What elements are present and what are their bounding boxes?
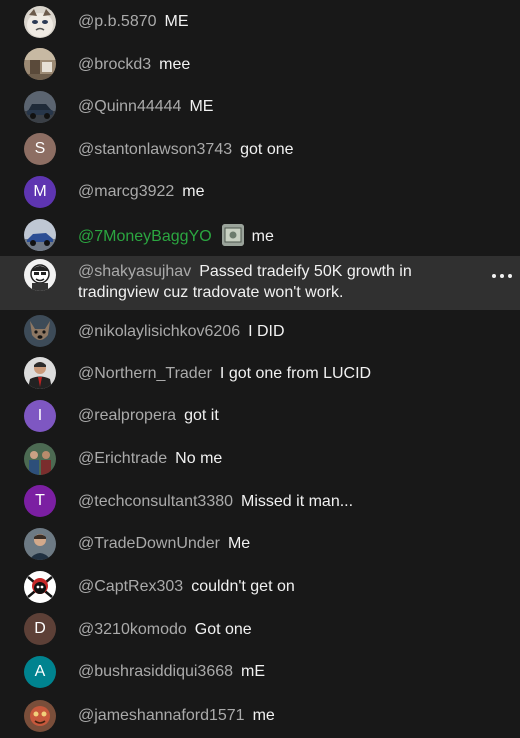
avatar[interactable]: A xyxy=(24,655,56,688)
avatar[interactable]: T xyxy=(24,485,56,517)
message-content: @brockd3 mee xyxy=(78,54,484,75)
message-content: @nikolaylisichkov6206 I DID xyxy=(78,321,484,342)
message-text: I got one from LUCID xyxy=(219,364,372,382)
chat-message[interactable]: @Northern_Trader I got one from LUCID xyxy=(0,352,520,394)
message-text: me xyxy=(251,228,274,245)
author-name[interactable]: @nikolaylisichkov6206 xyxy=(78,323,240,340)
chat-message[interactable]: @brockd3 mee xyxy=(0,43,520,85)
message-text: Me xyxy=(227,535,251,552)
chat-message[interactable]: @jameshannaford1571 me xyxy=(0,693,520,738)
avatar[interactable] xyxy=(24,48,56,80)
author-name[interactable]: @techconsultant3380 xyxy=(78,493,233,510)
chat-message[interactable]: @Quinn44444 ME xyxy=(0,85,520,128)
avatar[interactable] xyxy=(24,5,56,38)
author-name[interactable]: @TradeDownUnder xyxy=(78,535,220,552)
chat-message[interactable]: S @stantonlawson3743 got one xyxy=(0,128,520,170)
chat-message[interactable]: D @3210komodo Got one xyxy=(0,608,520,650)
avatar[interactable] xyxy=(24,442,56,475)
avatar[interactable] xyxy=(24,570,56,603)
chat-message[interactable]: A @bushrasiddiqui3668 mE xyxy=(0,650,520,693)
message-content: @bushrasiddiqui3668 mE xyxy=(78,661,484,682)
author-name[interactable]: @marcg3922 xyxy=(78,183,174,200)
author-name[interactable]: @Erichtrade xyxy=(78,450,167,467)
author-name[interactable]: @realpropera xyxy=(78,407,176,424)
author-name[interactable]: @p.b.5870 xyxy=(78,13,157,30)
message-text: I DID xyxy=(248,322,285,340)
avatar[interactable]: I xyxy=(24,399,56,432)
author-name[interactable]: @Northern_Trader xyxy=(78,365,212,382)
message-text: No me xyxy=(175,450,223,467)
avatar[interactable]: D xyxy=(24,613,56,645)
message-content: @Erichtrade No me xyxy=(78,448,484,469)
message-content: @7MoneyBaggYO me xyxy=(78,224,484,247)
author-name[interactable]: @jameshannaford1571 xyxy=(78,707,245,724)
message-content: @techconsultant3380 Missed it man... xyxy=(78,491,484,512)
message-content: @CaptRex303 couldn't get on xyxy=(78,576,484,597)
message-content: @p.b.5870 ME xyxy=(78,11,484,32)
live-chat-list: @p.b.5870 ME @brockd3 mee @Quinn44444 ME S @sta… xyxy=(0,0,520,738)
message-text: got one xyxy=(240,140,294,158)
message-content: @shakyasujhav Passed tradeify 50K growth … xyxy=(78,261,484,303)
author-name[interactable]: @3210komodo xyxy=(78,621,187,638)
avatar[interactable] xyxy=(24,357,56,389)
message-content: @Quinn44444 ME xyxy=(78,96,484,117)
chat-message[interactable]: @Erichtrade No me xyxy=(0,437,520,480)
avatar[interactable] xyxy=(24,218,56,251)
avatar[interactable] xyxy=(24,90,56,123)
message-text: Missed it man... xyxy=(241,492,354,510)
more-vert-icon[interactable] xyxy=(492,266,512,286)
author-name[interactable]: @7MoneyBaggYO xyxy=(78,228,212,245)
message-content: @stantonlawson3743 got one xyxy=(78,139,484,160)
message-content: @marcg3922 me xyxy=(78,181,484,202)
chat-message[interactable]: @shakyasujhav Passed tradeify 50K growth … xyxy=(0,256,520,310)
author-name[interactable]: @stantonlawson3743 xyxy=(78,141,232,158)
avatar[interactable] xyxy=(24,259,56,291)
message-text: mee xyxy=(159,55,191,73)
message-text: Got one xyxy=(194,620,252,638)
avatar[interactable] xyxy=(24,315,56,347)
avatar[interactable]: M xyxy=(24,175,56,208)
message-content: @Northern_Trader I got one from LUCID xyxy=(78,363,484,384)
chat-message[interactable]: @CaptRex303 couldn't get on xyxy=(0,565,520,608)
avatar[interactable] xyxy=(24,527,56,560)
member-badge-icon xyxy=(221,224,244,246)
author-name[interactable]: @Quinn44444 xyxy=(78,98,181,115)
author-name[interactable]: @CaptRex303 xyxy=(78,578,183,595)
chat-message[interactable]: @p.b.5870 ME xyxy=(0,0,520,43)
message-text: got it xyxy=(184,407,219,424)
message-text: ME xyxy=(189,98,214,115)
chat-message[interactable]: @7MoneyBaggYO me xyxy=(0,213,520,256)
message-content: @3210komodo Got one xyxy=(78,619,484,640)
message-content: @jameshannaford1571 me xyxy=(78,705,484,726)
message-text: couldn't get on xyxy=(191,578,295,595)
chat-message[interactable]: M @marcg3922 me xyxy=(0,170,520,213)
message-text: me xyxy=(182,183,205,200)
author-name[interactable]: @brockd3 xyxy=(78,56,151,73)
chat-message[interactable]: @nikolaylisichkov6206 I DID xyxy=(0,310,520,352)
message-content: @TradeDownUnder Me xyxy=(78,533,484,554)
avatar[interactable] xyxy=(24,699,56,732)
message-text: ME xyxy=(164,13,189,30)
author-name[interactable]: @bushrasiddiqui3668 xyxy=(78,663,233,680)
message-text: me xyxy=(252,707,275,724)
avatar[interactable]: S xyxy=(24,133,56,165)
author-name[interactable]: @shakyasujhav xyxy=(78,263,191,280)
chat-message[interactable]: I @realpropera got it xyxy=(0,394,520,437)
message-content: @realpropera got it xyxy=(78,405,484,426)
chat-message[interactable]: T @techconsultant3380 Missed it man... xyxy=(0,480,520,522)
message-text: mE xyxy=(241,663,266,680)
chat-message[interactable]: @TradeDownUnder Me xyxy=(0,522,520,565)
